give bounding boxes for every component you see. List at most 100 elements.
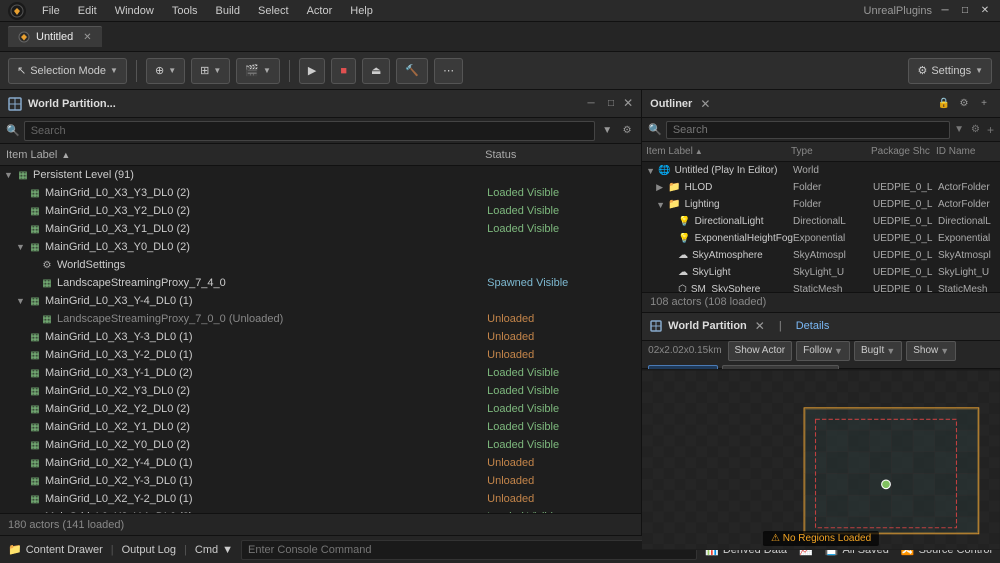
menu-file[interactable]: File <box>34 3 68 19</box>
tree-item[interactable]: ▦ MainGrid_L0_X2_Y1_DL0 (2) Loaded Visib… <box>0 418 641 436</box>
eject-button[interactable]: ⏏ <box>362 58 390 84</box>
tree-item[interactable]: ▦ MainGrid_L0_X2_Y-2_DL0 (1) Unloaded <box>0 490 641 508</box>
tree-item[interactable]: ⚙ WorldSettings <box>0 256 641 274</box>
panel-minimize-button[interactable]: ─ <box>583 96 599 112</box>
world-partition-search-input[interactable] <box>24 121 595 141</box>
show-cell-button[interactable]: Show ▼ <box>906 341 956 361</box>
settings-icon[interactable]: ⚙ <box>619 123 635 139</box>
panel-close-button[interactable]: ✕ <box>623 96 633 112</box>
menu-window[interactable]: Window <box>107 3 162 19</box>
item-type-icon: 📁 <box>668 199 680 210</box>
world-partition-footer: 180 actors (141 loaded) <box>0 513 641 535</box>
tree-item[interactable]: ▦ MainGrid_L0_X3_Y3_DL0 (2) Loaded Visib… <box>0 184 641 202</box>
col-item-label-header[interactable]: Item Label ▲ <box>6 149 485 161</box>
outliner-item[interactable]: ▶ 📁 HLOD Folder UEDPIE_0_L ActorFolder <box>642 179 1000 196</box>
tree-item[interactable]: ▦ MainGrid_L0_X2_Y-4_DL0 (1) Unloaded <box>0 454 641 472</box>
item-name-text: HLOD <box>685 182 713 193</box>
tree-item[interactable]: ▦ MainGrid_L0_X3_Y1_DL0 (2) Loaded Visib… <box>0 220 641 238</box>
close-button[interactable]: ✕ <box>978 4 992 18</box>
expand-icon[interactable]: ▶ <box>656 182 666 193</box>
outliner-item[interactable]: 💡 ExponentialHeightFog Exponential UEDPI… <box>642 230 1000 247</box>
chevron-down-icon-2: ▼ <box>168 66 176 75</box>
expand-arrow-icon[interactable]: ▼ <box>4 170 16 180</box>
col-status-header[interactable]: Status <box>485 149 635 161</box>
outliner-add-icon[interactable]: + <box>987 123 994 137</box>
filter-button[interactable]: ▼ <box>599 123 615 139</box>
outliner-item[interactable]: ☁ SkyAtmosphere SkyAtmospl UEDPIE_0_L Sk… <box>642 247 1000 264</box>
map-close-button[interactable]: ✕ <box>755 319 765 333</box>
tab-untitled[interactable]: Untitled ✕ <box>8 26 102 47</box>
content-drawer-button[interactable]: 📁 Content Drawer <box>8 543 103 556</box>
play-button[interactable]: ▶ <box>299 58 325 84</box>
outliner-col-type-header[interactable]: Type <box>791 146 871 157</box>
maximize-button[interactable]: □ <box>958 4 972 18</box>
tree-item[interactable]: ▦ MainGrid_L0_X3_Y-2_DL0 (1) Unloaded <box>0 346 641 364</box>
outliner-item[interactable]: 💡 DirectionalLight DirectionalL UEDPIE_0… <box>642 213 1000 230</box>
menu-build[interactable]: Build <box>208 3 248 19</box>
outliner-col-pkg-header[interactable]: Package Shc <box>871 146 936 157</box>
tree-item-name: MainGrid_L0_X3_Y3_DL0 (2) <box>45 187 487 199</box>
outliner-item-pkg: UEDPIE_0_L <box>873 216 938 227</box>
snap-button[interactable]: ⊞ ▼ <box>191 58 230 84</box>
world-partition-tree[interactable]: ▼ ▦ Persistent Level (91) ▦ MainGrid_L0_… <box>0 166 641 513</box>
expand-arrow-icon[interactable]: ▼ <box>16 242 28 252</box>
menu-tools[interactable]: Tools <box>164 3 206 19</box>
outliner-close-button[interactable]: ✕ <box>700 97 710 111</box>
outliner-col-id-header[interactable]: ID Name <box>936 146 996 157</box>
expand-icon[interactable]: ▼ <box>656 200 666 210</box>
expand-icon[interactable]: ▼ <box>646 166 656 176</box>
more-button[interactable]: ⋯ <box>434 58 463 84</box>
outliner-tree[interactable]: ▼ 🌐 Untitled (Play In Editor) World ▶ 📁 … <box>642 162 1000 292</box>
outliner-title: Outliner <box>650 98 692 110</box>
outliner-add-button[interactable]: + <box>976 96 992 112</box>
outliner-settings-button[interactable]: ⚙ <box>956 96 972 112</box>
menu-select[interactable]: Select <box>250 3 297 19</box>
outliner-col-label-header[interactable]: Item Label ▲ <box>646 146 791 157</box>
settings-label: Settings <box>931 65 971 77</box>
outliner-filter-button[interactable]: ▼ <box>954 124 964 135</box>
outliner-lock-button[interactable]: 🔒 <box>936 96 952 112</box>
output-log-button[interactable]: Output Log <box>122 544 176 556</box>
menu-edit[interactable]: Edit <box>70 3 105 19</box>
tree-item-name: MainGrid_L0_X3_Y-1_DL0 (2) <box>45 367 487 379</box>
follow-player-button[interactable]: Follow ▼ <box>796 341 850 361</box>
panel-maximize-button[interactable]: □ <box>603 96 619 112</box>
search-icon: 🔍 <box>6 124 20 137</box>
show-actor-button[interactable]: Show Actor <box>728 341 793 361</box>
menu-help[interactable]: Help <box>342 3 381 19</box>
drawer-icon: 📁 <box>8 543 22 556</box>
settings-button[interactable]: ⚙ Settings ▼ <box>908 58 992 84</box>
tree-item[interactable]: ▼ ▦ MainGrid_L0_X3_Y0_DL0 (2) <box>0 238 641 256</box>
outliner-item[interactable]: ▼ 📁 Lighting Folder UEDPIE_0_L ActorFold… <box>642 196 1000 213</box>
tree-item[interactable]: ▦ MainGrid_L0_X3_Y-1_DL0 (2) Loaded Visi… <box>0 364 641 382</box>
tree-item[interactable]: ▼ ▦ MainGrid_L0_X3_Y-4_DL0 (1) <box>0 292 641 310</box>
build-button[interactable]: 🔨 <box>396 58 428 84</box>
tree-item[interactable]: ▦ LandscapeStreamingProxy_7_0_0 (Unloade… <box>0 310 641 328</box>
expand-arrow-icon[interactable]: ▼ <box>16 296 28 306</box>
tab-close-button[interactable]: ✕ <box>83 32 91 43</box>
minimize-button[interactable]: ─ <box>938 4 952 18</box>
tree-item[interactable]: ▦ MainGrid_L0_X2_Y0_DL0 (2) Loaded Visib… <box>0 436 641 454</box>
outliner-item[interactable]: ⬡ SM_SkySphere StaticMesh UEDPIE_0_L Sta… <box>642 281 1000 292</box>
transform-button[interactable]: ⊕ ▼ <box>146 58 185 84</box>
outliner-options-button[interactable]: ⚙ <box>971 124 980 135</box>
outliner-item[interactable]: ☁ SkyLight SkyLight_U UEDPIE_0_L SkyLigh… <box>642 264 1000 281</box>
console-input[interactable] <box>241 540 697 560</box>
map-grid-view[interactable] <box>642 369 1000 551</box>
tree-item[interactable]: ▦ LandscapeStreamingProxy_7_4_0 Spawned … <box>0 274 641 292</box>
tree-item-icon: ▦ <box>28 366 42 380</box>
tree-item[interactable]: ▼ ▦ Persistent Level (91) <box>0 166 641 184</box>
cinematic-button[interactable]: 🎬 ▼ <box>236 58 280 84</box>
tree-item[interactable]: ▦ MainGrid_L0_X2_Y2_DL0 (2) Loaded Visib… <box>0 400 641 418</box>
tree-item[interactable]: ▦ MainGrid_L0_X3_Y2_DL0 (2) Loaded Visib… <box>0 202 641 220</box>
stop-button[interactable]: ■ <box>331 58 356 84</box>
outliner-search-input[interactable] <box>666 121 950 139</box>
outliner-item[interactable]: ▼ 🌐 Untitled (Play In Editor) World <box>642 162 1000 179</box>
bugit-button[interactable]: BugIt ▼ <box>854 341 902 361</box>
tree-item[interactable]: ▦ MainGrid_L0_X2_Y-3_DL0 (1) Unloaded <box>0 472 641 490</box>
menu-actor[interactable]: Actor <box>299 3 341 19</box>
tree-item[interactable]: ▦ MainGrid_L0_X2_Y3_DL0 (2) Loaded Visib… <box>0 382 641 400</box>
selection-mode-button[interactable]: ↖ Selection Mode ▼ <box>8 58 127 84</box>
map-details-button[interactable]: Details <box>796 320 830 332</box>
tree-item[interactable]: ▦ MainGrid_L0_X3_Y-3_DL0 (1) Unloaded <box>0 328 641 346</box>
